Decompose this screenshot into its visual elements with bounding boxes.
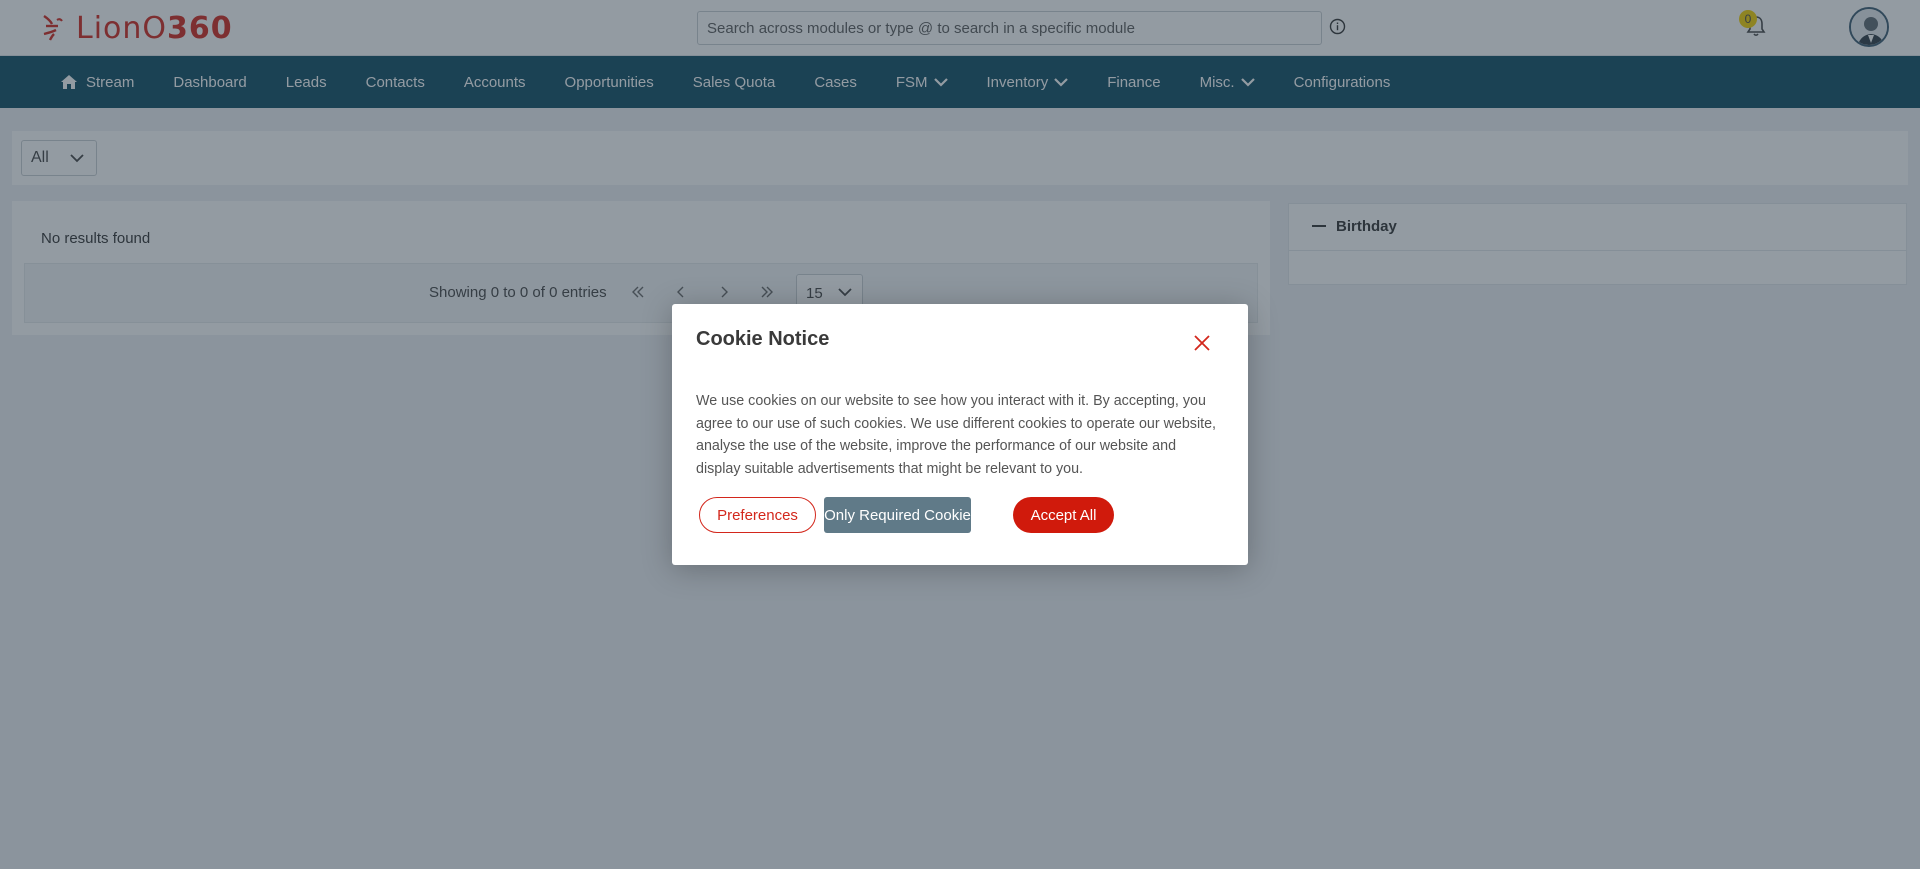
close-icon[interactable] [1193,334,1211,352]
cookie-notice-dialog: Cookie Notice We use cookies on our webs… [672,304,1248,565]
cookie-notice-title: Cookie Notice [696,328,830,350]
preferences-button[interactable]: Preferences [699,497,816,533]
only-required-cookie-button[interactable]: Only Required Cookie [824,497,971,533]
cookie-notice-text: We use cookies on our website to see how… [696,393,1217,477]
accept-all-button[interactable]: Accept All [1013,497,1114,533]
